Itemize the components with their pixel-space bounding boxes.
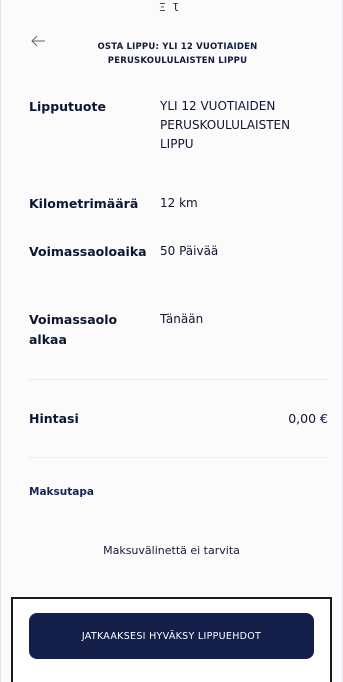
notch-icon: Ξ Ɩ — [159, 1, 179, 14]
arrow-left-icon — [31, 35, 45, 47]
product-label: Lipputuote — [29, 99, 106, 114]
product-value: YLI 12 VUOTIAIDEN PERUSKOULULAISTEN LIPP… — [160, 99, 291, 151]
distance-label: Kilometrimäärä — [29, 196, 139, 211]
page-title-line2: PERUSKOULULAISTEN LIPPU — [107, 56, 248, 66]
back-button[interactable] — [29, 33, 47, 47]
validity-value: 50 Päivää — [160, 244, 219, 258]
header: Ξ Ɩ OSTA LIPPU: YLI 12 VUOTIAIDEN PERUSK… — [1, 0, 342, 92]
price-row: Hintasi 0,00 € — [29, 409, 328, 431]
detail-row-validity: Voimassaoloaika 50 Päivää — [29, 242, 328, 286]
start-label: Voimassaolo alkaa — [29, 312, 118, 347]
payment-method-title: Maksutapa — [29, 486, 94, 498]
detail-row-product: Lipputuote YLI 12 VUOTIAIDEN PERUSKOULUL… — [29, 97, 328, 167]
payment-method-text: Maksuvälinettä ei tarvita — [103, 544, 240, 557]
page-title-line1: OSTA LIPPU: YLI 12 VUOTIAIDEN — [97, 42, 258, 52]
price-label: Hintasi — [29, 411, 79, 426]
distance-value: 12 km — [160, 196, 198, 210]
detail-row-start: Voimassaolo alkaa Tänään — [29, 310, 328, 354]
footer: JATKAAKSESI HYVÄKSY LIPPUEHDOT — [11, 597, 332, 682]
divider — [29, 457, 328, 458]
start-value: Tänään — [160, 312, 204, 326]
page-title: OSTA LIPPU: YLI 12 VUOTIAIDEN PERUSKOULU… — [71, 40, 284, 68]
detail-row-distance: Kilometrimäärä 12 km — [29, 194, 328, 216]
validity-label: Voimassaoloaika — [29, 244, 147, 259]
accept-terms-button[interactable]: JATKAAKSESI HYVÄKSY LIPPUEHDOT — [29, 613, 314, 659]
divider — [29, 379, 328, 380]
price-value: 0,00 € — [288, 411, 328, 426]
purchase-screen: Ξ Ɩ OSTA LIPPU: YLI 12 VUOTIAIDEN PERUSK… — [0, 0, 343, 682]
